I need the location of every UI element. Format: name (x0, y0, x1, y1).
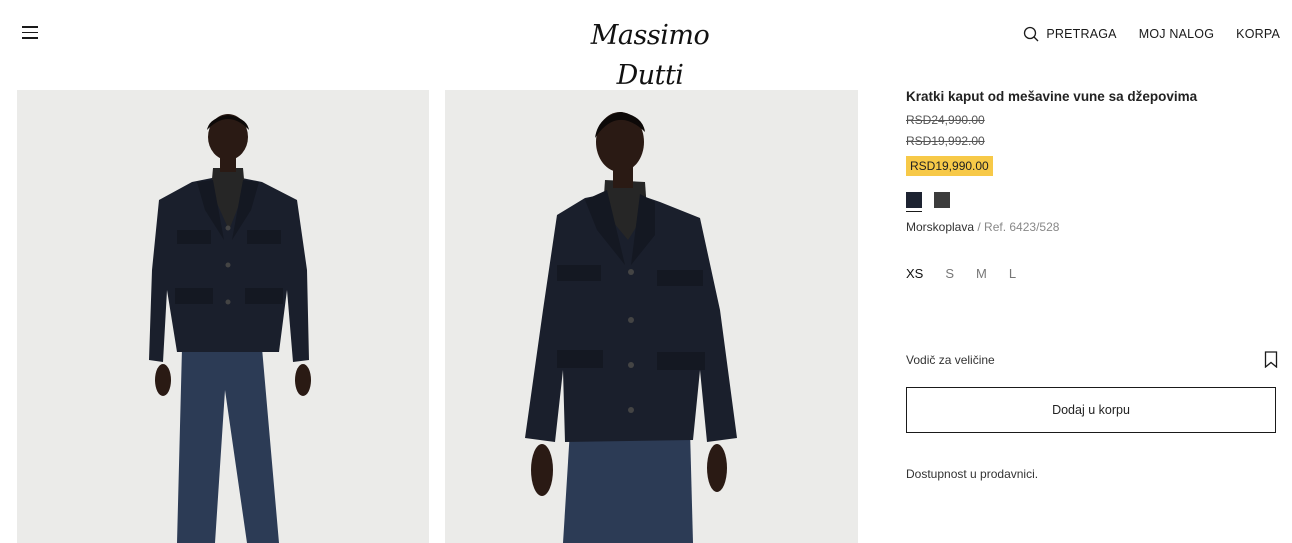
menu-icon (22, 26, 38, 39)
store-availability-link[interactable]: Dostupnost u prodavnici. (906, 467, 1038, 481)
product-image-front[interactable] (17, 90, 429, 543)
add-to-cart-button[interactable]: Dodaj u korpu (906, 387, 1276, 433)
brand-logo[interactable]: Massimo Dutti (560, 16, 740, 91)
size-option-xs[interactable]: XS (906, 266, 923, 281)
previous-price: RSD19,992.00 (906, 134, 985, 148)
cart-link[interactable]: KORPA (1236, 27, 1280, 41)
sale-price-badge: RSD19,990.00 (906, 156, 993, 176)
product-image-side[interactable] (445, 90, 858, 543)
search-button[interactable]: PRETRAGA (1023, 26, 1117, 42)
search-label: PRETRAGA (1046, 27, 1117, 41)
bookmark-icon[interactable] (1264, 351, 1278, 368)
color-swatch-charcoal[interactable] (934, 192, 950, 208)
product-title: Kratki kaput od mešavine vune sa džepovi… (906, 89, 1198, 104)
color-swatch-navy[interactable] (906, 192, 922, 212)
menu-button[interactable] (22, 26, 38, 42)
color-ref-line: Morskoplava / Ref. 6423/528 (906, 220, 1278, 234)
size-guide-link[interactable]: Vodič za veličine (906, 353, 995, 367)
color-swatches (906, 192, 1278, 212)
search-icon (1024, 26, 1039, 42)
product-info-panel: Kratki kaput od mešavine vune sa džepovi… (906, 89, 1278, 481)
size-guide-row: Vodič za veličine (906, 351, 1278, 368)
size-selector: XS S M L (906, 266, 1278, 281)
model-front-photo (17, 90, 429, 543)
original-price: RSD24,990.00 (906, 113, 985, 127)
size-option-l[interactable]: L (1009, 266, 1016, 281)
header-nav: PRETRAGA MOJ NALOG KORPA (1023, 26, 1280, 42)
size-option-s[interactable]: S (945, 266, 954, 281)
account-link[interactable]: MOJ NALOG (1139, 27, 1214, 41)
color-name: Morskoplava (906, 220, 975, 234)
product-ref: / Ref. 6423/528 (977, 220, 1060, 234)
size-option-m[interactable]: M (976, 266, 987, 281)
model-three-quarter-photo (445, 90, 858, 543)
